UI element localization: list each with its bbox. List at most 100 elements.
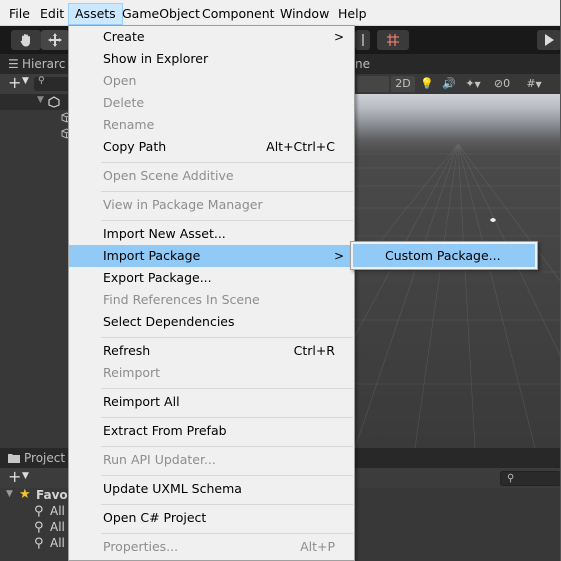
hidden-objects-toggle[interactable]: ⊘0 <box>487 76 517 92</box>
menu-separator <box>101 337 353 338</box>
scene-tab-label: ne <box>355 57 370 71</box>
menu-item-update-uxml-schema[interactable]: Update UXML Schema <box>69 478 354 500</box>
menu-separator <box>101 417 353 418</box>
move-tool-button[interactable] <box>41 30 69 50</box>
menu-item-properties[interactable]: Properties... Alt+P <box>69 536 354 558</box>
menu-item-view-in-package-manager[interactable]: View in Package Manager <box>69 194 354 216</box>
scene-toolbar: 2D 💡 🔊 ✦▼ ⊘0 #▼ <box>355 74 561 94</box>
play-button[interactable] <box>537 30 561 50</box>
menu-item-label: Select Dependencies <box>103 314 235 329</box>
menu-gameobject[interactable]: GameObject <box>122 4 200 24</box>
menu-assets[interactable]: Assets <box>68 3 123 25</box>
hierarchy-item[interactable] <box>0 126 72 142</box>
menu-item-show-in-explorer[interactable]: Show in Explorer <box>69 48 354 70</box>
grid-toggle[interactable]: #▼ <box>521 76 547 92</box>
scene-viewport[interactable] <box>355 94 561 448</box>
hierarchy-item[interactable] <box>0 110 72 126</box>
menu-bar: File Edit Assets GameObject Component Wi… <box>0 0 561 26</box>
menu-item-open-csharp-project[interactable]: Open C# Project <box>69 507 354 529</box>
tool-button-partial[interactable] <box>355 30 370 50</box>
menu-help[interactable]: Help <box>338 4 367 24</box>
menu-item-open-scene-additive[interactable]: Open Scene Additive <box>69 165 354 187</box>
hand-tool-button[interactable] <box>11 30 41 50</box>
menu-separator <box>101 475 353 476</box>
menu-separator <box>101 388 353 389</box>
menu-item-select-dependencies[interactable]: Select Dependencies <box>69 311 354 333</box>
menu-item-export-package[interactable]: Export Package... <box>69 267 354 289</box>
menu-item-label: Copy Path <box>103 139 167 154</box>
shading-mode-dropdown[interactable] <box>357 76 389 92</box>
menu-item-label: Extract From Prefab <box>103 423 227 438</box>
menu-item-delete[interactable]: Delete <box>69 92 354 114</box>
unity-scene-icon <box>48 96 60 108</box>
snap-grid-button[interactable] <box>377 30 409 50</box>
menu-item-import-new-asset[interactable]: Import New Asset... <box>69 223 354 245</box>
menu-separator <box>101 191 353 192</box>
menu-window[interactable]: Window <box>280 4 329 24</box>
favorite-item-label[interactable]: All <box>50 536 65 550</box>
menu-item-label: Properties... <box>103 539 179 554</box>
add-icon[interactable]: + <box>8 73 21 92</box>
star-icon: ★ <box>19 487 31 502</box>
search-icon: ⚲ <box>507 473 515 484</box>
dropdown-arrow-icon[interactable]: ▼ <box>22 76 29 86</box>
menu-item-shortcut: Alt+P <box>300 539 335 554</box>
menu-item-label: View in Package Manager <box>103 197 263 212</box>
menu-item-custom-package[interactable]: Custom Package... <box>353 244 535 267</box>
menu-item-label: Show in Explorer <box>103 51 209 66</box>
menu-item-run-api-updater[interactable]: Run API Updater... <box>69 449 354 471</box>
assets-menu: Create > Show in Explorer Open Delete Re… <box>68 25 355 561</box>
menu-item-rename[interactable]: Rename <box>69 114 354 136</box>
menu-item-label: Rename <box>103 117 155 132</box>
favorite-item-label[interactable]: All <box>50 504 65 518</box>
folder-icon <box>8 454 20 463</box>
menu-item-label: Run API Updater... <box>103 452 216 467</box>
menu-separator <box>101 504 353 505</box>
menu-item-label: Update UXML Schema <box>103 481 242 496</box>
hand-icon <box>20 34 30 47</box>
add-icon[interactable]: + <box>8 467 21 486</box>
search-icon: ⚲ <box>34 504 44 519</box>
menu-component[interactable]: Component <box>202 4 275 24</box>
dropdown-arrow-icon[interactable]: ▼ <box>22 471 29 481</box>
effects-dropdown[interactable]: ✦▼ <box>461 76 485 92</box>
menu-item-find-references-in-scene[interactable]: Find References In Scene <box>69 289 354 311</box>
project-search-input[interactable]: ⚲ <box>500 471 561 486</box>
scene-gizmo-icon <box>490 218 496 222</box>
menu-item-label: Delete <box>103 95 145 110</box>
menu-item-label: Find References In Scene <box>103 292 260 307</box>
menu-item-label: Open C# Project <box>103 510 207 525</box>
light-bulb-icon: 💡 <box>420 77 434 90</box>
lighting-toggle[interactable]: 💡 <box>417 76 437 92</box>
expand-arrow-icon: ▼ <box>6 489 13 499</box>
menu-item-refresh[interactable]: Refresh Ctrl+R <box>69 340 354 362</box>
dropdown-arrow-icon: ▼ <box>535 80 542 89</box>
menu-separator <box>101 446 353 447</box>
menu-file[interactable]: File <box>9 4 30 24</box>
scene-tab[interactable]: ne <box>355 54 561 74</box>
hierarchy-toolbar: + ▼ ⚲ <box>0 73 69 94</box>
grid-snap-icon <box>387 34 399 46</box>
menu-edit[interactable]: Edit <box>40 4 64 24</box>
menu-separator <box>101 220 353 221</box>
menu-item-copy-path[interactable]: Copy Path Alt+Ctrl+C <box>69 136 354 158</box>
play-icon <box>545 34 554 46</box>
menu-item-create[interactable]: Create > <box>69 26 354 48</box>
menu-item-label: Open <box>103 73 137 88</box>
menu-item-import-package[interactable]: Import Package > <box>69 245 354 267</box>
menu-item-extract-from-prefab[interactable]: Extract From Prefab <box>69 420 354 442</box>
2d-toggle[interactable]: 2D <box>391 76 415 92</box>
search-icon: ⚲ <box>34 520 44 535</box>
menu-item-open[interactable]: Open <box>69 70 354 92</box>
hierarchy-tab[interactable]: ☰ Hierarc <box>0 54 69 74</box>
hierarchy-scene-row[interactable]: ▼ <box>0 94 69 110</box>
menu-item-reimport[interactable]: Reimport <box>69 362 354 384</box>
menu-item-reimport-all[interactable]: Reimport All <box>69 391 354 413</box>
hidden-count: 0 <box>503 77 511 90</box>
scene-grid <box>355 144 561 448</box>
favorite-item-label[interactable]: All <box>50 520 65 534</box>
hierarchy-search-input[interactable]: ⚲ <box>34 76 69 91</box>
menu-item-label: Export Package... <box>103 270 212 285</box>
audio-toggle[interactable]: 🔊 <box>439 76 459 92</box>
submenu-arrow-icon: > <box>333 249 344 263</box>
